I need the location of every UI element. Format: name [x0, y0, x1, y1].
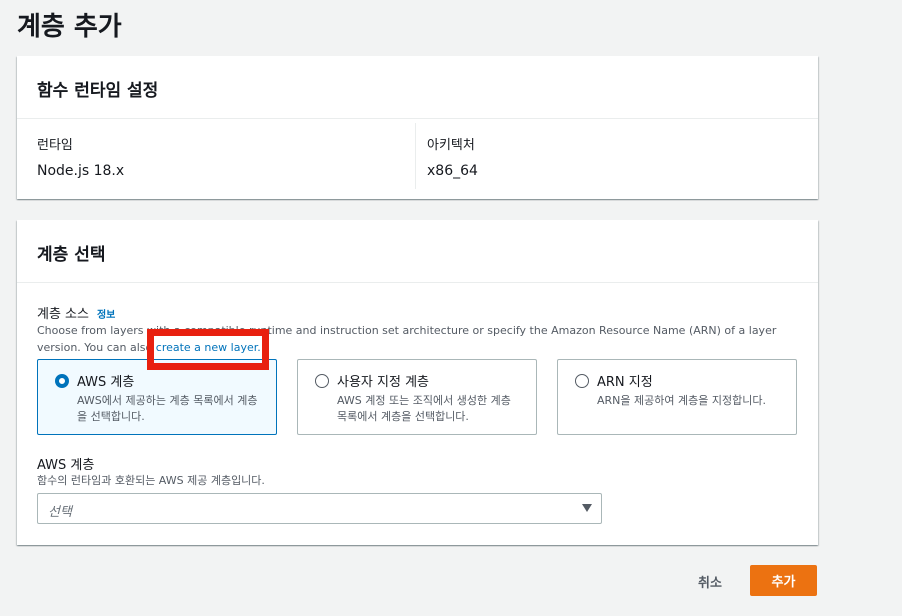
layer-source-label: 계층 소스 정보 [37, 303, 115, 322]
option-specify-arn[interactable]: ARN 지정 ARN을 제공하여 계층을 지정합니다. [557, 359, 797, 435]
option-custom-layers[interactable]: 사용자 지정 계층 AWS 계정 또는 조직에서 생성한 계층 목록에서 계층을… [297, 359, 537, 435]
option-custom-layers-description: AWS 계정 또는 조직에서 생성한 계층 목록에서 계층을 선택합니다. [337, 394, 511, 423]
architecture-field: 아키텍처 x86_64 [427, 134, 478, 179]
option-aws-layers-description: AWS에서 제공하는 계층 목록에서 계층을 선택합니다. [77, 394, 258, 423]
layer-source-description-line1: Choose from layers with a compatible run… [37, 324, 777, 337]
option-specify-arn-title: ARN 지정 [597, 375, 653, 390]
option-custom-layers-title: 사용자 지정 계층 [337, 375, 429, 390]
create-new-layer-link[interactable]: create a new layer. [156, 341, 261, 354]
radio-aws-layers[interactable] [55, 373, 69, 388]
option-aws-layers[interactable]: AWS 계층 AWS에서 제공하는 계층 목록에서 계층을 선택합니다. [37, 359, 277, 435]
aws-layer-select[interactable]: 선택 [37, 493, 602, 524]
layer-source-description: Choose from layers with a compatible run… [37, 322, 807, 356]
runtime-value: Node.js 18.x [37, 163, 125, 179]
aws-layer-label: AWS 계층 [37, 458, 95, 473]
caret-down-icon [582, 504, 592, 512]
page-title: 계층 추가 [17, 12, 122, 42]
runtime-label: 런타임 [37, 138, 73, 153]
architecture-value: x86_64 [427, 163, 478, 179]
option-aws-layers-title: AWS 계층 [77, 375, 135, 390]
runtime-settings-heading: 함수 런타임 설정 [17, 56, 818, 119]
aws-layer-description: 함수의 런타임과 호환되는 AWS 제공 계층입니다. [37, 474, 265, 487]
column-divider [415, 123, 416, 189]
layer-source-description-line2: version. You can also create a new layer… [37, 339, 807, 356]
cancel-button[interactable]: 취소 [684, 566, 736, 596]
architecture-label: 아키텍처 [427, 138, 475, 153]
runtime-settings-panel: 함수 런타임 설정 런타임 Node.js 18.x 아키텍처 x86_64 [17, 56, 818, 199]
radio-specify-arn[interactable] [575, 373, 589, 388]
layer-selection-panel: 계층 선택 계층 소스 정보 Choose from layers with a … [17, 220, 818, 545]
layer-source-label-text: 계층 소스 [37, 307, 89, 322]
layer-selection-heading: 계층 선택 [17, 220, 818, 283]
aws-layer-select-placeholder: 선택 [48, 505, 72, 520]
info-link[interactable]: 정보 [97, 310, 115, 321]
runtime-field: 런타임 Node.js 18.x [37, 134, 124, 179]
radio-custom-layers[interactable] [315, 373, 329, 388]
option-specify-arn-description: ARN을 제공하여 계층을 지정합니다. [597, 394, 766, 407]
layer-source-description-line2-text: version. You can also [37, 341, 153, 354]
add-button[interactable]: 추가 [750, 565, 817, 596]
